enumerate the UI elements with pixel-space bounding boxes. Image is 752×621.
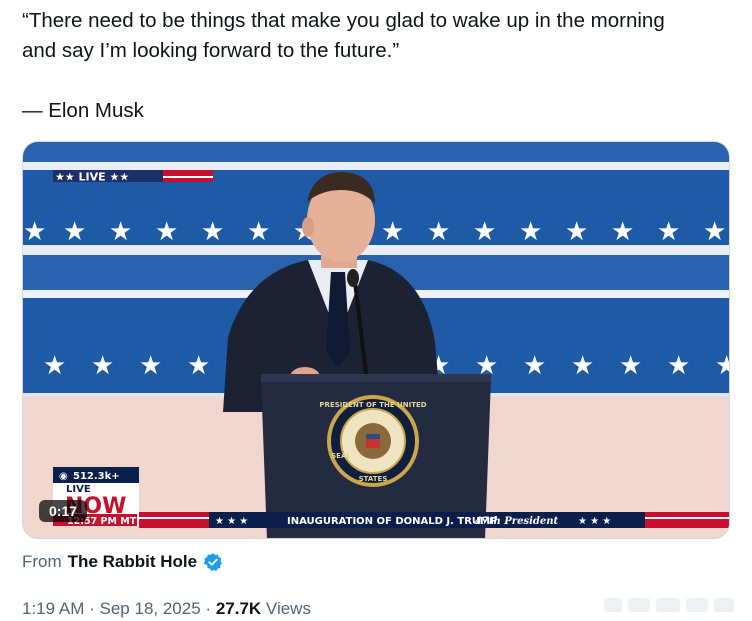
quote-attribution: — Elon Musk	[22, 99, 144, 122]
viewer-count: 512.3k+	[73, 471, 120, 482]
ticker-subtitle: 47th President	[475, 516, 558, 527]
live-bug-text: ★★ LIVE ★★	[55, 171, 129, 184]
svg-text:★: ★	[571, 351, 594, 381]
faded-action-bar	[604, 592, 744, 618]
video-frame: ★ ★ ★ ★ ★ ★ ★ ★ ★ ★ ★ ★ ★ ★ ★ ★ ★ ★ ★ ★ …	[23, 142, 730, 538]
svg-text:★: ★	[63, 217, 86, 247]
tweet-time[interactable]: 1:19 AM	[22, 599, 84, 618]
source-account-link[interactable]: The Rabbit Hole	[68, 550, 197, 574]
svg-text:★: ★	[91, 351, 114, 381]
svg-text:★: ★	[155, 217, 178, 247]
faded-icon	[714, 598, 734, 612]
svg-text:★: ★	[565, 217, 588, 247]
faded-icon	[686, 598, 708, 612]
svg-text:★: ★	[247, 217, 270, 247]
svg-text:★: ★	[473, 217, 496, 247]
svg-text:★: ★	[619, 351, 642, 381]
svg-text:★: ★	[43, 351, 66, 381]
svg-text:★: ★	[523, 351, 546, 381]
svg-text:★: ★	[139, 351, 162, 381]
ticker-headline: INAUGURATION OF DONALD J. TRUMP	[287, 516, 497, 527]
views-label: Views	[265, 599, 311, 618]
svg-text:★: ★	[381, 217, 404, 247]
faded-icon	[628, 598, 650, 612]
views-count: 27.7K	[215, 599, 262, 618]
seal-top-text: PRESIDENT OF THE UNITED	[319, 401, 426, 409]
tweet-metadata: 1:19 AM · Sep 18, 2025 · 27.7K Views	[22, 597, 311, 621]
svg-text:★: ★	[427, 217, 450, 247]
separator: ·	[205, 599, 212, 618]
separator: ·	[89, 599, 95, 618]
tweet-date[interactable]: Sep 18, 2025	[100, 599, 201, 618]
svg-text:★: ★	[657, 217, 680, 247]
verified-badge-icon	[203, 553, 223, 571]
svg-text:★: ★	[667, 351, 690, 381]
faded-icon	[604, 598, 622, 612]
eye-icon: ◉	[59, 471, 68, 482]
quote-line-2: and say I’m looking forward to the futur…	[22, 39, 400, 62]
source-prefix: From	[22, 552, 62, 571]
svg-text:★ ★ ★: ★ ★ ★	[215, 516, 248, 527]
video-duration-badge: 0:17	[39, 500, 88, 522]
faded-icon	[656, 598, 680, 612]
tweet-text: “There need to be things that make you g…	[22, 6, 722, 66]
svg-text:★: ★	[715, 351, 730, 381]
svg-text:★: ★	[519, 217, 542, 247]
svg-text:★: ★	[201, 217, 224, 247]
seal-bottom-text: STATES	[359, 475, 388, 483]
video-player[interactable]: ★ ★ ★ ★ ★ ★ ★ ★ ★ ★ ★ ★ ★ ★ ★ ★ ★ ★ ★ ★ …	[22, 141, 730, 539]
svg-text:★: ★	[611, 217, 634, 247]
svg-text:★: ★	[187, 351, 210, 381]
svg-text:★: ★	[23, 217, 46, 247]
quote-line-1: “There need to be things that make you g…	[22, 9, 665, 32]
video-source: From The Rabbit Hole	[22, 550, 223, 574]
svg-text:★: ★	[703, 217, 726, 247]
svg-text:★: ★	[109, 217, 132, 247]
svg-text:★ ★ ★: ★ ★ ★	[578, 516, 611, 527]
seal-left-text: SEAL	[331, 452, 351, 460]
